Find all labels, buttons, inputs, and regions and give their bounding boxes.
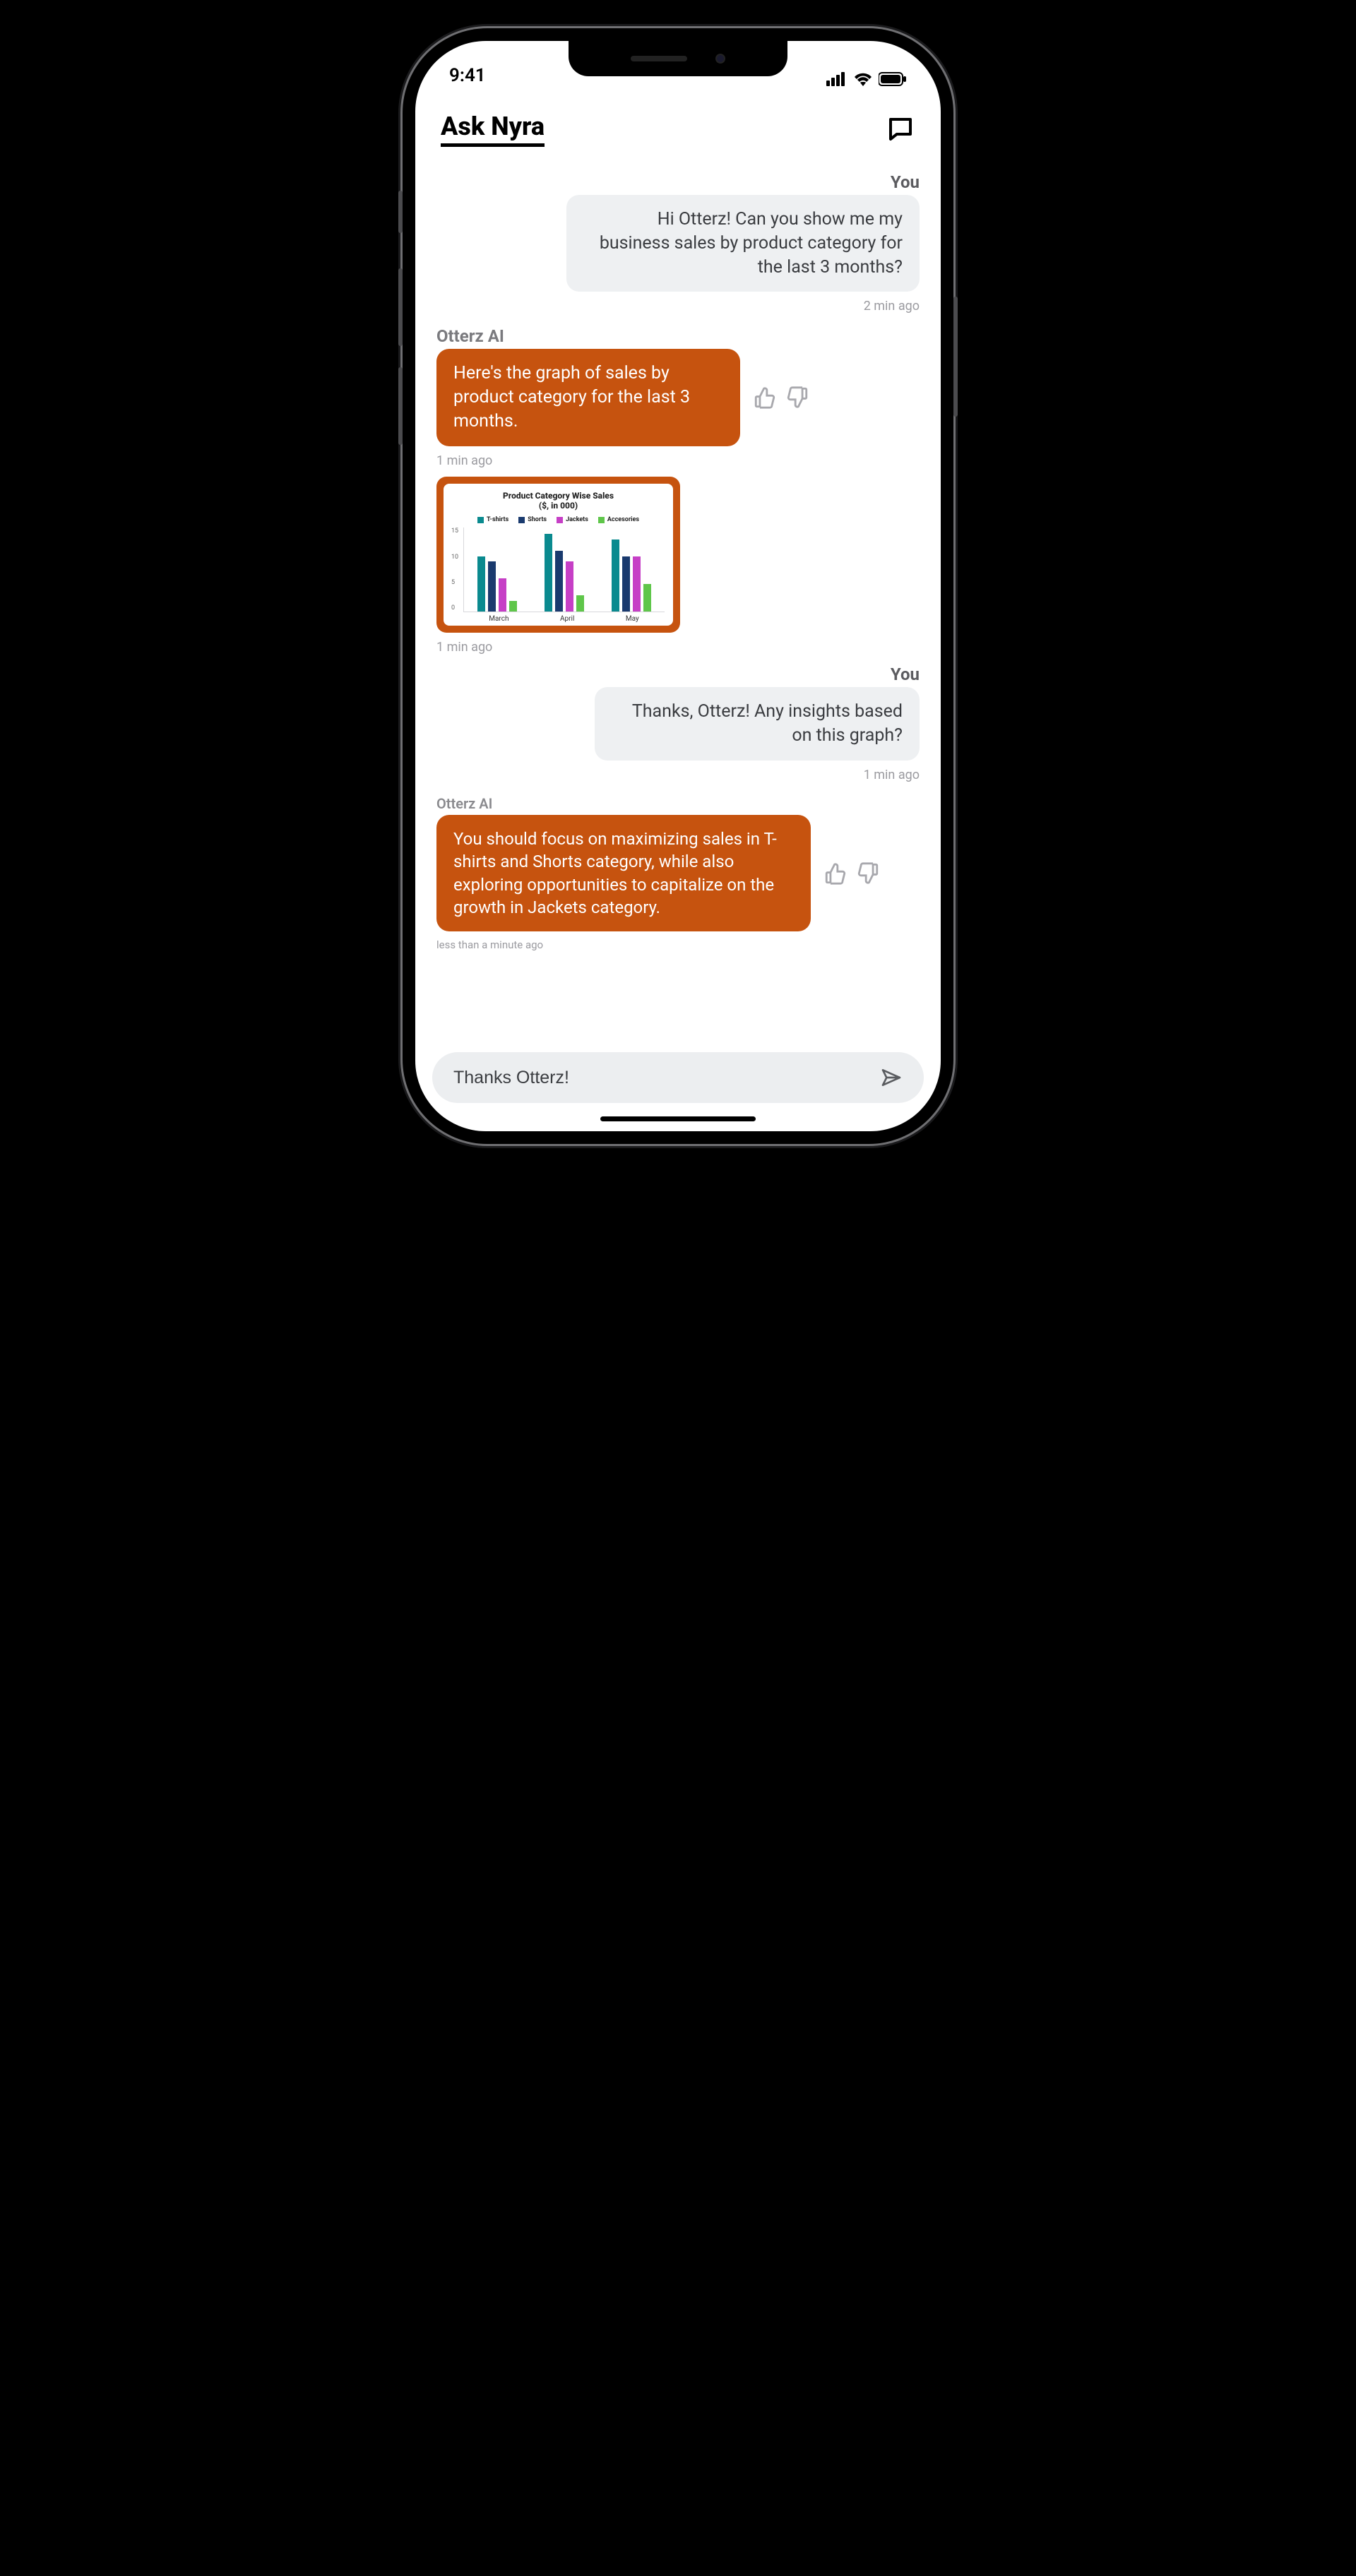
chart-legend: T-shirtsShortsJacketsAccesories	[448, 516, 669, 523]
thumbs-up-icon[interactable]	[753, 386, 777, 410]
status-time: 9:41	[449, 65, 486, 86]
thumbs-up-icon[interactable]	[823, 861, 848, 886]
feedback-buttons	[753, 386, 809, 410]
chat-icon[interactable]	[886, 114, 915, 144]
bot-message: You should focus on maximizing sales in …	[436, 815, 811, 932]
cellular-icon	[826, 72, 848, 86]
sender-label-bot: Otterz AI	[436, 326, 920, 346]
feedback-buttons	[823, 861, 880, 886]
volume-up-button	[398, 268, 403, 346]
power-button	[953, 297, 958, 417]
chart-title: Product Category Wise Sales ($, in 000)	[448, 491, 669, 511]
timestamp: 1 min ago	[436, 453, 920, 468]
wifi-icon	[853, 72, 873, 86]
home-indicator[interactable]	[600, 1116, 756, 1121]
side-button	[398, 191, 403, 233]
device-notch	[569, 41, 787, 76]
sender-label-you: You	[436, 172, 920, 192]
volume-down-button	[398, 367, 403, 445]
timestamp: 1 min ago	[436, 768, 920, 782]
phone-frame: 9:41 Ask Nyra You Hi Otterz! Can you sho…	[403, 28, 953, 1144]
timestamp: 2 min ago	[436, 299, 920, 314]
message-input-bar	[432, 1052, 924, 1103]
send-icon[interactable]	[880, 1066, 903, 1089]
user-message: Thanks, Otterz! Any insights based on th…	[595, 687, 920, 761]
page-title: Ask Nyra	[441, 112, 545, 147]
chart-plot: 151050	[463, 527, 665, 612]
chart-xlabels: MarchAprilMay	[463, 615, 665, 623]
user-message: Hi Otterz! Can you show me my business s…	[566, 195, 920, 292]
battery-icon	[879, 72, 907, 86]
bot-message: Here's the graph of sales by product cat…	[436, 349, 740, 446]
timestamp: less than a minute ago	[436, 938, 920, 951]
chart-card[interactable]: Product Category Wise Sales ($, in 000) …	[436, 477, 680, 633]
thumbs-down-icon[interactable]	[856, 861, 880, 886]
sender-label-bot: Otterz AI	[436, 795, 920, 812]
sender-label-you: You	[436, 664, 920, 684]
chat-area: You Hi Otterz! Can you show me my busine…	[415, 154, 941, 1038]
timestamp: 1 min ago	[436, 640, 920, 655]
thumbs-down-icon[interactable]	[785, 386, 809, 410]
message-input[interactable]	[453, 1068, 880, 1088]
